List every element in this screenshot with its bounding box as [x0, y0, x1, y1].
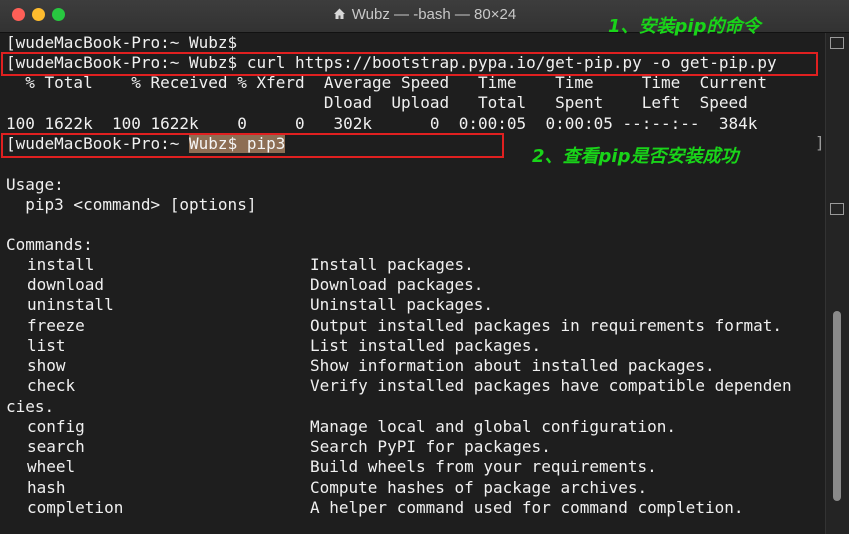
command-name: show	[27, 356, 66, 375]
command-name: uninstall	[27, 295, 114, 314]
command-description: Build wheels from your requirements.	[310, 457, 657, 476]
usage-line: pip3 <command> [options]	[6, 195, 257, 214]
curl-header-line: % Total % Received % Xferd Average Speed…	[6, 73, 767, 92]
window-title-text: Wubz — -bash — 80×24	[351, 6, 517, 23]
command-description: Verify installed packages have compatibl…	[310, 376, 792, 395]
command-description: Install packages.	[310, 255, 474, 274]
annotation-step2: 2、查看pip是否安装成功	[532, 146, 739, 167]
scrollbar[interactable]	[825, 33, 849, 534]
command-description: Search PyPI for packages.	[310, 437, 551, 456]
command-description: Manage local and global configuration.	[310, 417, 677, 436]
bracket-mark: ]	[815, 133, 825, 152]
annotation-step1: 1、安装pip的命令	[608, 16, 761, 37]
command-description: Show information about installed package…	[310, 356, 715, 375]
highlight-box-curl	[1, 52, 818, 76]
command-name: search	[27, 437, 85, 456]
command-name: freeze	[27, 316, 85, 335]
command-name: check	[27, 376, 76, 395]
commands-label: Commands:	[6, 235, 93, 254]
usage-label: Usage:	[6, 175, 64, 194]
command-name: list	[27, 336, 66, 355]
command-description: List installed packages.	[310, 336, 542, 355]
wrapped-text: cies.	[6, 397, 55, 416]
split-pane-icon[interactable]	[830, 203, 844, 215]
command-name: wheel	[27, 457, 76, 476]
command-name: completion	[27, 498, 124, 517]
command-name: install	[27, 255, 95, 274]
terminal-line: [wudeMacBook-Pro:~ Wubz$	[6, 33, 238, 52]
command-description: Uninstall packages.	[310, 295, 494, 314]
command-name: hash	[27, 478, 66, 497]
curl-header-line: Dload Upload Total Spent Left Speed	[6, 93, 748, 112]
command-description: Download packages.	[310, 275, 484, 294]
scrollbar-thumb[interactable]	[833, 311, 841, 501]
command-name: config	[27, 417, 85, 436]
command-description: A helper command used for command comple…	[310, 498, 744, 517]
command-name: download	[27, 275, 105, 294]
command-description: Compute hashes of package archives.	[310, 478, 648, 497]
split-pane-icon[interactable]	[830, 37, 844, 49]
command-description: Output installed packages in requirement…	[310, 316, 783, 335]
terminal-output[interactable]: [wudeMacBook-Pro:~ Wubz$ [wudeMacBook-Pr…	[0, 33, 826, 534]
home-icon	[333, 8, 345, 19]
curl-progress-line: 100 1622k 100 1622k 0 0 302k 0 0:00:05 0…	[6, 114, 758, 133]
highlight-box-pip3	[1, 133, 504, 158]
